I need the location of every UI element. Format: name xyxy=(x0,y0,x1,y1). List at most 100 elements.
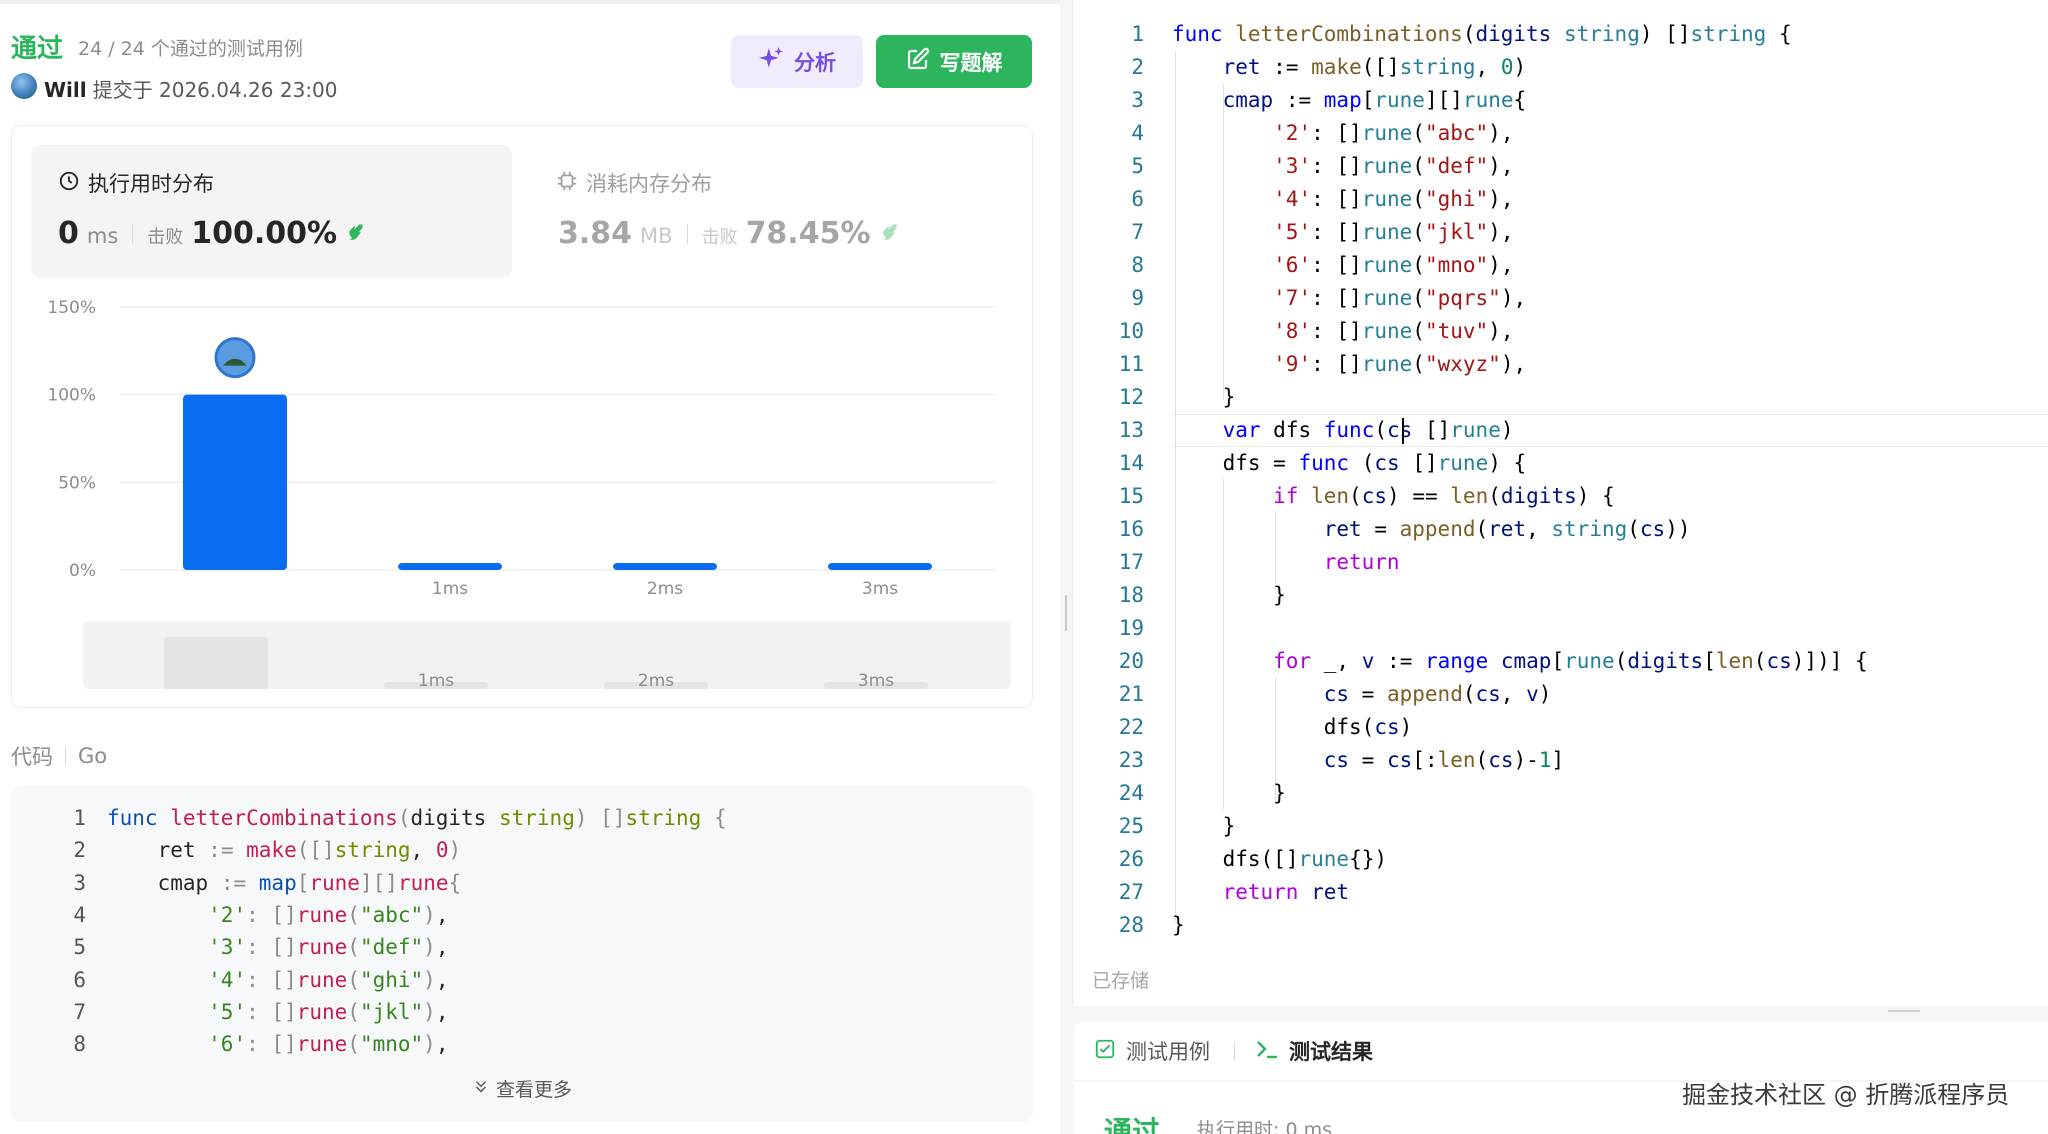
code-line[interactable]: for _, v := range cmap[rune(digits[len(c… xyxy=(1172,645,1868,678)
avatar[interactable] xyxy=(11,73,37,99)
username[interactable]: Will xyxy=(44,78,87,102)
line-number: 14 xyxy=(1118,451,1144,475)
line-number: 2 xyxy=(1131,55,1144,79)
testcase-count: 24 / 24 个通过的测试用例 xyxy=(78,38,303,60)
console-resize-handle[interactable] xyxy=(1888,1010,1920,1012)
code-line[interactable]: } xyxy=(1172,909,1185,942)
code-line[interactable]: dfs(cs) xyxy=(1172,711,1413,744)
sparkle-icon xyxy=(758,46,784,77)
code-label: 代码 xyxy=(11,745,53,769)
tab-testcase[interactable]: 测试用例 xyxy=(1094,1036,1235,1066)
code-line: '2': []rune("abc"), xyxy=(208,902,449,927)
code-line[interactable]: cs = cs[:len(cs)-1] xyxy=(1172,744,1564,777)
code-line[interactable]: ret := make([]string, 0) xyxy=(1172,51,1527,84)
bar xyxy=(613,563,717,570)
clap-icon xyxy=(879,217,905,247)
line-number: 9 xyxy=(1131,286,1144,310)
clock-icon xyxy=(58,170,80,197)
line-number: 1 xyxy=(73,806,86,830)
code-line[interactable]: dfs([]rune{}) xyxy=(1172,843,1387,876)
memory-beats-label: 击败 xyxy=(701,227,738,248)
line-number: 8 xyxy=(73,1032,86,1057)
watermark: 掘金技术社区 @ 折腾派程序员 xyxy=(1682,1081,2010,1109)
line-number: 23 xyxy=(1118,748,1144,772)
memory-beats-value: 78.45% xyxy=(745,216,871,251)
tab-result[interactable]: 测试结果 xyxy=(1255,1036,1373,1066)
analyze-button[interactable]: 分析 xyxy=(731,35,863,88)
line-number: 20 xyxy=(1118,649,1144,673)
memory-title: 消耗内存分布 xyxy=(556,168,712,198)
code-line: '3': []rune("def"), xyxy=(208,935,449,960)
see-more-button[interactable]: 查看更多 xyxy=(0,1075,1044,1102)
user-avatar-marker xyxy=(214,337,256,379)
code-line[interactable]: '8': []rune("tuv"), xyxy=(1172,315,1513,348)
code-line[interactable]: func letterCombinations(digits string) [… xyxy=(1172,18,1792,51)
runtime-beats-value: 100.00% xyxy=(191,216,338,251)
splitter-handle[interactable] xyxy=(1065,595,1067,631)
code-line[interactable]: var dfs func(cs []rune) xyxy=(1172,414,1514,447)
runtime-values: 0 ms 击败 100.00% xyxy=(58,216,371,251)
code-line[interactable]: ret = append(ret, string(cs)) xyxy=(1172,513,1691,546)
tab-testcase-label: 测试用例 xyxy=(1126,1040,1210,1064)
separator xyxy=(65,747,66,765)
clap-icon xyxy=(345,217,371,247)
runtime-range-selector[interactable]: 1ms 2ms 3ms xyxy=(83,621,1011,689)
line-number: 4 xyxy=(73,902,86,927)
code-line[interactable]: cmap := map[rune][]rune{ xyxy=(1172,84,1527,117)
code-line[interactable]: if len(cs) == len(digits) { xyxy=(1172,480,1615,513)
line-number: 12 xyxy=(1118,385,1144,409)
code-line[interactable]: '5': []rune("jkl"), xyxy=(1172,216,1513,249)
code-line[interactable]: '2': []rune("abc"), xyxy=(1172,117,1513,150)
code-line[interactable]: return ret xyxy=(1172,876,1349,909)
top-divider xyxy=(0,0,1060,4)
line-number: 1 xyxy=(1131,22,1144,46)
console-tabs: 测试用例 测试结果 xyxy=(1074,1022,2048,1080)
code-line[interactable]: cs = append(cs, v) xyxy=(1172,678,1552,711)
write-solution-button[interactable]: 写题解 xyxy=(876,35,1032,88)
double-chevron-down-icon xyxy=(472,1079,496,1101)
separator xyxy=(132,223,134,244)
code-line[interactable]: } xyxy=(1172,381,1236,414)
runtime-value: 0 xyxy=(58,216,79,251)
bar xyxy=(183,394,287,570)
x-tick-label: 3ms xyxy=(862,579,898,599)
code-line[interactable]: } xyxy=(1172,810,1236,843)
code-line[interactable]: } xyxy=(1172,579,1286,612)
code-line[interactable]: } xyxy=(1172,777,1286,810)
code-line[interactable]: '4': []rune("ghi"), xyxy=(1172,183,1513,216)
code-language: Go xyxy=(78,744,108,768)
mini-tick-label: 1ms xyxy=(418,671,454,689)
code-line[interactable]: return xyxy=(1172,546,1400,579)
separator xyxy=(1234,1042,1235,1060)
chip-icon xyxy=(556,170,578,197)
y-tick-label: 150% xyxy=(47,298,96,318)
submitted-code-block: 1 func letterCombinations(digits string) … xyxy=(11,786,1033,1122)
line-number: 8 xyxy=(1131,253,1144,277)
line-number: 6 xyxy=(1131,187,1144,211)
code-line: '5': []rune("jkl"), xyxy=(208,999,449,1024)
line-number: 13 xyxy=(1118,418,1144,442)
code-line: '6': []rune("mno"), xyxy=(208,1032,449,1057)
runtime-stat-card[interactable] xyxy=(31,145,512,278)
runtime-beats-label: 击败 xyxy=(147,227,184,248)
code-line[interactable]: '9': []rune("wxyz"), xyxy=(1172,348,1526,381)
panel-splitter[interactable] xyxy=(1060,0,1072,1134)
mini-tick-label: 2ms xyxy=(638,671,674,689)
line-number: 25 xyxy=(1118,814,1144,838)
line-number: 10 xyxy=(1118,319,1144,343)
submitted-time: 提交于 2026.04.26 23:00 xyxy=(92,78,338,102)
memory-value: 3.84 xyxy=(558,216,633,251)
line-number: 26 xyxy=(1118,847,1144,871)
save-status: 已存储 xyxy=(1092,970,1150,992)
code-line[interactable]: '7': []rune("pqrs"), xyxy=(1172,282,1526,315)
bar xyxy=(398,563,502,570)
code-line[interactable]: '3': []rune("def"), xyxy=(1172,150,1513,183)
code-line[interactable]: dfs = func (cs []rune) { xyxy=(1172,447,1527,480)
code-line[interactable]: '6': []rune("mno"), xyxy=(1172,249,1513,282)
line-number: 3 xyxy=(1131,88,1144,112)
x-tick-label: 2ms xyxy=(647,579,683,599)
bar xyxy=(828,563,932,570)
line-number: 24 xyxy=(1118,781,1144,805)
y-tick-label: 100% xyxy=(47,386,96,406)
line-number: 15 xyxy=(1118,484,1144,508)
